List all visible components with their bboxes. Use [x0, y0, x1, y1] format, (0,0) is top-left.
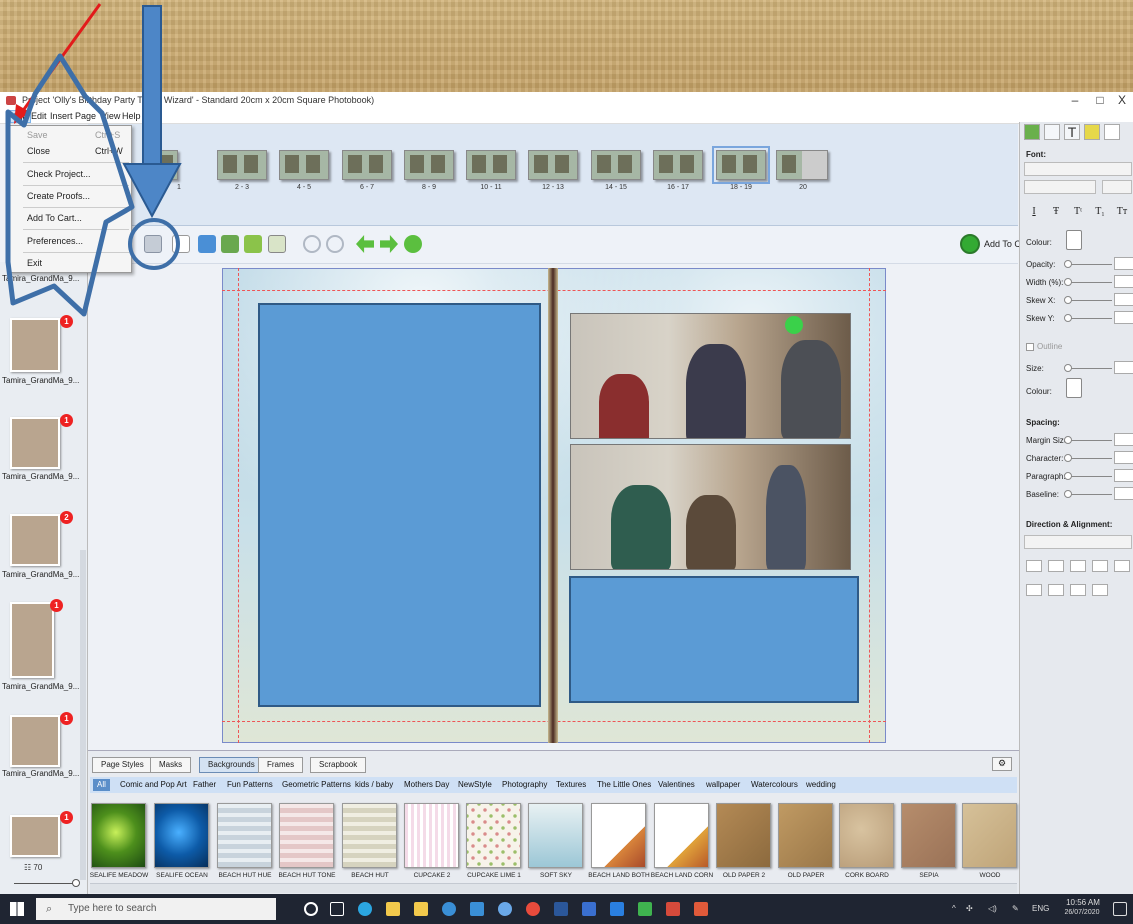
tray-network-icon[interactable]: ✣ — [966, 904, 973, 913]
highlight-circle — [128, 218, 180, 270]
powerpoint-icon[interactable] — [666, 902, 680, 916]
app-icon-shield[interactable] — [582, 902, 596, 916]
search-placeholder: Type here to search — [68, 903, 157, 914]
tray-chevron-icon[interactable]: ^ — [952, 904, 956, 913]
annotation-overlay — [5, 3, 182, 317]
clock-time[interactable]: 10:56 AM — [1064, 898, 1102, 907]
windows-start-icon[interactable] — [10, 902, 24, 916]
ie-browser-icon[interactable] — [442, 902, 456, 916]
lang-indicator[interactable]: ENG — [1032, 904, 1049, 913]
taskbar-search-box[interactable]: ⌕ Type here to search — [36, 898, 276, 920]
highlight-star-outline — [5, 53, 135, 317]
mail-icon[interactable] — [470, 902, 484, 916]
tray-pen-icon[interactable]: ✎ — [1012, 904, 1019, 913]
file-explorer-icon[interactable] — [386, 902, 400, 916]
app-icon-red[interactable] — [694, 902, 708, 916]
tray-volume-icon[interactable]: ◁) — [988, 904, 997, 913]
task-view-icon[interactable] — [330, 902, 344, 916]
photos-icon[interactable] — [610, 902, 624, 916]
search-icon: ⌕ — [46, 903, 53, 915]
app-icon-blue[interactable] — [498, 902, 512, 916]
blue-arrow-shaft — [142, 5, 162, 167]
word-icon[interactable] — [554, 902, 568, 916]
taskbar: ⌕ Type here to search ^ ✣ ◁) ✎ ENG 10:56… — [0, 894, 1133, 924]
photobook-app-icon[interactable] — [638, 902, 652, 916]
notification-icon[interactable] — [1113, 902, 1127, 916]
edge-browser-icon[interactable] — [358, 902, 372, 916]
store-icon[interactable] — [414, 902, 428, 916]
cortana-icon[interactable] — [304, 902, 318, 916]
chrome-icon[interactable] — [526, 902, 540, 916]
clock-date[interactable]: 26/07/2020 — [1062, 909, 1102, 916]
